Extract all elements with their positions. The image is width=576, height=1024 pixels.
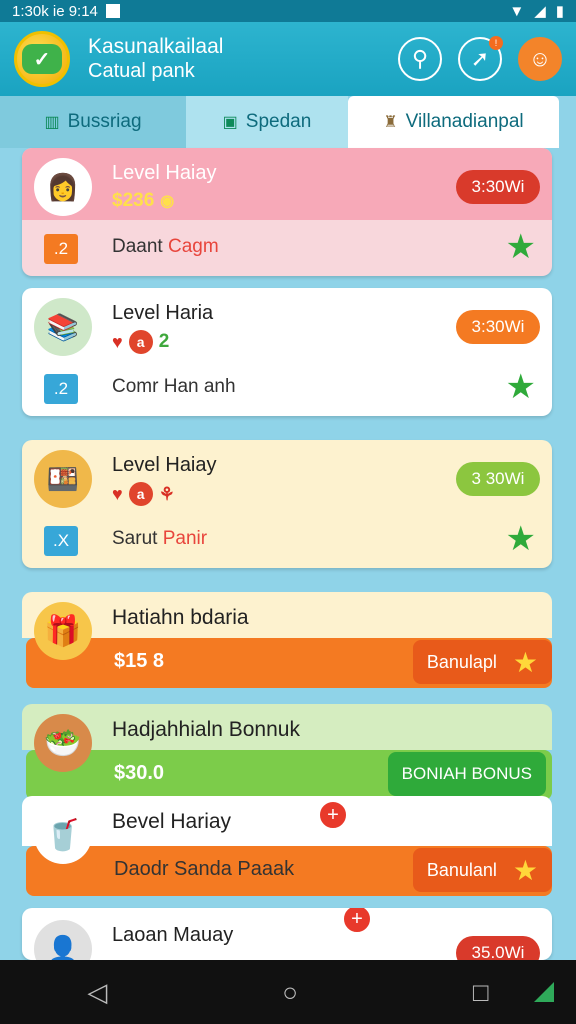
card-footer-text: Daant Cagm	[112, 236, 219, 257]
app-logo: ✓	[14, 31, 70, 87]
star-icon[interactable]: ★	[506, 522, 536, 556]
rocket-icon: ➚	[470, 46, 490, 71]
coin-icon: a	[128, 482, 153, 506]
card-footer-text: Sarut Panir	[112, 528, 208, 549]
card-title: Level Haiay	[112, 162, 217, 184]
level-badge: .2	[44, 234, 78, 264]
promo-item[interactable]: 🥤 + Bevel Hariay Daodr Sanda Paaak Banul…	[22, 796, 552, 896]
books-icon: 📚	[34, 298, 92, 356]
drink-icon: 🥤	[34, 806, 92, 864]
card-title: Level Haria	[112, 302, 214, 324]
plus-icon[interactable]: +	[318, 800, 348, 830]
tab-label: Bussriag	[67, 111, 142, 132]
avatar: 👩	[34, 158, 92, 216]
list-item[interactable]: 👩 Level Haiay $236 ◉ 3:30Wi .2 Daant Cag…	[22, 148, 552, 276]
card-amount: $236	[112, 190, 155, 211]
gift-icon: ▣	[222, 114, 238, 131]
tab-villanadianpal[interactable]: ♜ Villanadianpal	[348, 96, 559, 148]
home-icon[interactable]: ○	[282, 977, 298, 1008]
star-icon: ★	[512, 646, 538, 678]
checkmark-icon: ✓	[22, 44, 62, 74]
tab-bar: ▥ Bussriag ▣ Spedan ♜ Villanadianpal	[0, 96, 576, 148]
time-pill[interactable]: 3:30Wi	[456, 310, 540, 344]
navigation-bar: ◁ ○ □	[0, 960, 576, 1024]
status-time: 1:30k ie 9:14	[12, 2, 98, 20]
profile-button[interactable]: ☺	[518, 37, 562, 81]
plus-icon[interactable]: +	[342, 908, 372, 934]
wifi-icon: ▼	[509, 2, 525, 20]
notification-dot: !	[489, 36, 503, 50]
tab-label: Villanadianpal	[405, 111, 524, 132]
coin-icon: ◉	[160, 193, 175, 210]
smile-icon: ☺	[528, 46, 552, 71]
coin-icon: a	[128, 330, 153, 354]
promo-amount: $30.0	[114, 762, 165, 784]
tab-label: Spedan	[245, 111, 312, 132]
app-title: Kasunalkailaal	[88, 35, 224, 59]
rocket-button[interactable]: ➚ !	[458, 36, 503, 81]
star-icon[interactable]: ★	[506, 370, 536, 404]
grid-icon: ▥	[44, 114, 60, 131]
tab-spedan[interactable]: ▣ Spedan	[186, 96, 348, 148]
heart-icon: ♥	[112, 331, 123, 352]
card-count: 2	[158, 331, 170, 352]
promo-title: Hadjahhialn Bonnuk	[112, 718, 300, 741]
app-subtitle: Catual pank	[88, 59, 195, 82]
promo-item[interactable]: 🥗 Hadjahhialn Bonnuk $30.0 BONIAH BONUS	[22, 704, 552, 800]
gift-icon: 🎁	[34, 602, 92, 660]
trophy-icon: ♜	[383, 114, 398, 131]
card-footer-text: Comr Han anh	[112, 376, 236, 397]
battery-icon: ▮	[555, 3, 564, 20]
time-pill[interactable]: 3 30Wi	[456, 462, 540, 496]
list-item[interactable]: 📚 Level Haria ♥ a 2 3:30Wi .2 Comr Han a…	[22, 288, 552, 416]
bowl-icon: 🥗	[34, 714, 92, 772]
promo-item[interactable]: 🎁 Hatiahn bdaria $15 8 Banulapl ★	[22, 592, 552, 688]
recents-icon[interactable]: □	[473, 977, 489, 1008]
tab-bussriag[interactable]: ▥ Bussriag	[0, 96, 186, 148]
claim-button[interactable]: Banulanl ★	[412, 848, 552, 892]
bonus-button[interactable]: BONIAH BONUS	[387, 752, 546, 796]
star-icon: ★	[512, 854, 538, 886]
list-item[interactable]: 🍱 Level Haiay ♥ a ⚘ 3 30Wi .X Sarut Pani…	[22, 440, 552, 568]
promo-text: Daodr Sanda Paaak	[114, 858, 295, 880]
signal-icon: ◢	[534, 3, 546, 20]
notification-icon	[105, 4, 120, 18]
time-pill[interactable]: 35.0Wi	[456, 936, 540, 960]
time-pill[interactable]: 3:30Wi	[456, 170, 540, 204]
ribbon-icon: ⚘	[158, 483, 175, 504]
avatar: 👤	[34, 920, 92, 960]
level-badge: .2	[44, 374, 78, 404]
promo-title: Bevel Hariay	[112, 810, 232, 833]
search-button[interactable]: ⚲	[398, 37, 442, 81]
corner-icon	[534, 982, 554, 1002]
app-bar: ✓ Kasunalkailaal Catual pank ⚲ ➚ ! ☺	[0, 22, 576, 96]
star-icon[interactable]: ★	[506, 230, 536, 264]
back-icon[interactable]: ◁	[87, 977, 107, 1008]
promo-amount: $15 8	[114, 650, 165, 672]
promo-title: Hatiahn bdaria	[112, 606, 249, 629]
status-bar: 1:30k ie 9:14 ▼ ◢ ▮	[0, 0, 576, 22]
search-icon: ⚲	[411, 46, 429, 71]
food-icon: 🍱	[34, 450, 92, 508]
heart-icon: ♥	[112, 483, 123, 504]
list-item[interactable]: + 👤 Laoan Mauay 35.0Wi	[22, 908, 552, 960]
card-title: Laoan Mauay	[112, 924, 234, 946]
level-badge: .X	[44, 526, 78, 556]
card-title: Level Haiay	[112, 454, 217, 476]
claim-button[interactable]: Banulapl ★	[412, 640, 552, 684]
